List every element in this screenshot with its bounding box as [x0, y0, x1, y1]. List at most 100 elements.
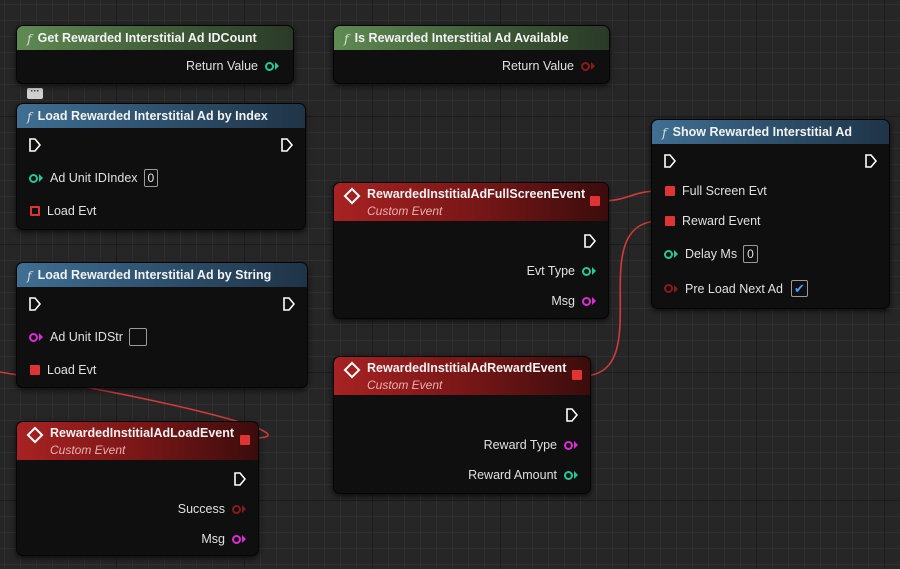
node-header[interactable]: RewardedInstitialAdLoadEvent Custom Even…: [17, 422, 258, 460]
node-load-by-string[interactable]: f Load Rewarded Interstitial Ad by Strin…: [16, 262, 308, 388]
pin-label: Load Evt: [47, 363, 97, 377]
input-reward-event: Reward Event: [665, 214, 761, 228]
input-full-screen-evt: Full Screen Evt: [665, 184, 767, 198]
output-msg: Msg: [201, 532, 246, 546]
delegate-pin-icon[interactable]: [30, 365, 40, 375]
node-title: RewardedInstitialAdRewardEvent: [367, 361, 567, 375]
node-title: Load Rewarded Interstitial Ad by Index: [37, 109, 268, 123]
custom-event-icon: [26, 426, 44, 444]
node-load-event[interactable]: RewardedInstitialAdLoadEvent Custom Even…: [16, 421, 259, 556]
pin-arrow-icon: [242, 535, 246, 543]
exec-in-icon[interactable]: [664, 154, 676, 168]
pin-label: Delay Ms: [685, 247, 738, 261]
int-pin-icon[interactable]: [29, 173, 38, 183]
string-input[interactable]: [128, 328, 147, 346]
pin-arrow-icon: [574, 441, 578, 449]
exec-in-icon[interactable]: [29, 297, 41, 311]
node-title: RewardedInstitialAdFullScreenEvent: [367, 187, 586, 201]
pin-arrow-icon: [39, 333, 43, 341]
delay-input[interactable]: 0: [743, 245, 758, 263]
int-pin-icon[interactable]: [265, 61, 274, 71]
input-ad-unit-index: Ad Unit IDIndex 0: [29, 169, 159, 187]
input-load-evt: Load Evt: [30, 204, 96, 218]
pin-arrow-icon: [592, 297, 596, 305]
index-input[interactable]: 0: [143, 169, 159, 187]
output-msg: Msg: [551, 294, 596, 308]
pin-label: Success: [177, 502, 225, 516]
node-is-available[interactable]: f Is Rewarded Interstitial Ad Available …: [333, 25, 610, 84]
output-evt-type: Evt Type: [527, 264, 596, 278]
pin-arrow-icon: [592, 267, 596, 275]
speech-bubble-icon[interactable]: ···: [27, 87, 43, 99]
checkmark-icon: ✔: [794, 280, 805, 296]
node-header[interactable]: f Load Rewarded Interstitial Ad by Index: [17, 104, 305, 128]
node-get-count[interactable]: f Get Rewarded Interstitial Ad IDCount R…: [16, 25, 294, 84]
function-icon: f: [27, 108, 32, 124]
string-pin-icon[interactable]: [564, 440, 573, 450]
pin-arrow-icon: [242, 505, 246, 513]
exec-out-icon[interactable]: [865, 154, 877, 168]
exec-out-icon[interactable]: [281, 138, 293, 152]
pin-label: Msg: [551, 294, 575, 308]
preload-checkbox[interactable]: ✔: [790, 280, 808, 297]
delegate-pin-icon[interactable]: [665, 216, 675, 226]
node-fullscreen-event[interactable]: RewardedInstitialAdFullScreenEvent Custo…: [333, 182, 609, 319]
pin-label: Return Value: [501, 59, 574, 73]
node-reward-event[interactable]: RewardedInstitialAdRewardEvent Custom Ev…: [333, 356, 591, 494]
string-pin-icon[interactable]: [582, 296, 591, 306]
string-pin-icon[interactable]: [232, 534, 241, 544]
delegate-pin-icon[interactable]: [30, 206, 40, 216]
node-title: Show Rewarded Interstitial Ad: [672, 125, 853, 139]
exec-out-icon[interactable]: [234, 472, 246, 486]
node-show-ad[interactable]: f Show Rewarded Interstitial Ad Full Scr…: [651, 119, 890, 309]
output-reward-type: Reward Type: [484, 438, 578, 452]
pin-label: Ad Unit IDIndex: [50, 171, 138, 185]
int-pin-icon[interactable]: [664, 249, 673, 259]
delegate-pin-icon[interactable]: [240, 435, 250, 445]
string-pin-icon[interactable]: [29, 332, 38, 342]
pin-label: Ad Unit IDStr: [50, 330, 123, 344]
bool-pin-icon[interactable]: [232, 504, 241, 514]
node-header[interactable]: RewardedInstitialAdRewardEvent Custom Ev…: [334, 357, 590, 395]
node-header[interactable]: RewardedInstitialAdFullScreenEvent Custo…: [334, 183, 608, 221]
pin-label: Reward Event: [682, 214, 761, 228]
input-delay-ms: Delay Ms 0: [664, 245, 758, 263]
node-subtitle: Custom Event: [50, 443, 126, 457]
node-header[interactable]: f Get Rewarded Interstitial Ad IDCount: [17, 26, 293, 50]
function-icon: f: [344, 30, 349, 46]
pin-label: Full Screen Evt: [682, 184, 767, 198]
function-icon: f: [27, 267, 32, 283]
custom-event-icon: [343, 187, 361, 205]
node-load-by-index[interactable]: f Load Rewarded Interstitial Ad by Index…: [16, 103, 306, 230]
node-title: Is Rewarded Interstitial Ad Available: [354, 31, 569, 45]
pin-label: Pre Load Next Ad: [685, 281, 783, 296]
node-title: Load Rewarded Interstitial Ad by String: [37, 268, 272, 282]
node-subtitle: Custom Event: [367, 378, 443, 392]
int-pin-icon[interactable]: [582, 266, 591, 276]
exec-out-icon[interactable]: [584, 234, 596, 248]
output-success: Success: [178, 502, 246, 516]
pin-label: Load Evt: [47, 204, 97, 218]
exec-out-icon[interactable]: [283, 297, 295, 311]
output-return-value: Return Value: [502, 59, 595, 73]
output-return-value: Return Value: [186, 59, 279, 73]
exec-out-icon[interactable]: [566, 408, 578, 422]
input-load-evt: Load Evt: [30, 363, 96, 377]
exec-in-icon[interactable]: [29, 138, 41, 152]
bool-pin-icon[interactable]: [581, 61, 590, 71]
bool-pin-icon[interactable]: [664, 284, 673, 293]
pin-arrow-icon: [591, 62, 595, 70]
delegate-pin-icon[interactable]: [665, 186, 675, 196]
function-icon: f: [662, 124, 667, 140]
pin-arrow-icon: [674, 284, 678, 293]
node-header[interactable]: f Is Rewarded Interstitial Ad Available: [334, 26, 609, 50]
node-header[interactable]: f Show Rewarded Interstitial Ad: [652, 120, 889, 144]
input-ad-unit-str: Ad Unit IDStr: [29, 328, 147, 346]
node-header[interactable]: f Load Rewarded Interstitial Ad by Strin…: [17, 263, 307, 287]
pin-arrow-icon: [674, 250, 678, 258]
output-reward-amount: Reward Amount: [468, 468, 578, 482]
delegate-pin-icon[interactable]: [572, 370, 582, 380]
int-pin-icon[interactable]: [564, 470, 573, 480]
delegate-pin-icon[interactable]: [590, 196, 600, 206]
node-title: RewardedInstitialAdLoadEvent: [50, 426, 235, 440]
